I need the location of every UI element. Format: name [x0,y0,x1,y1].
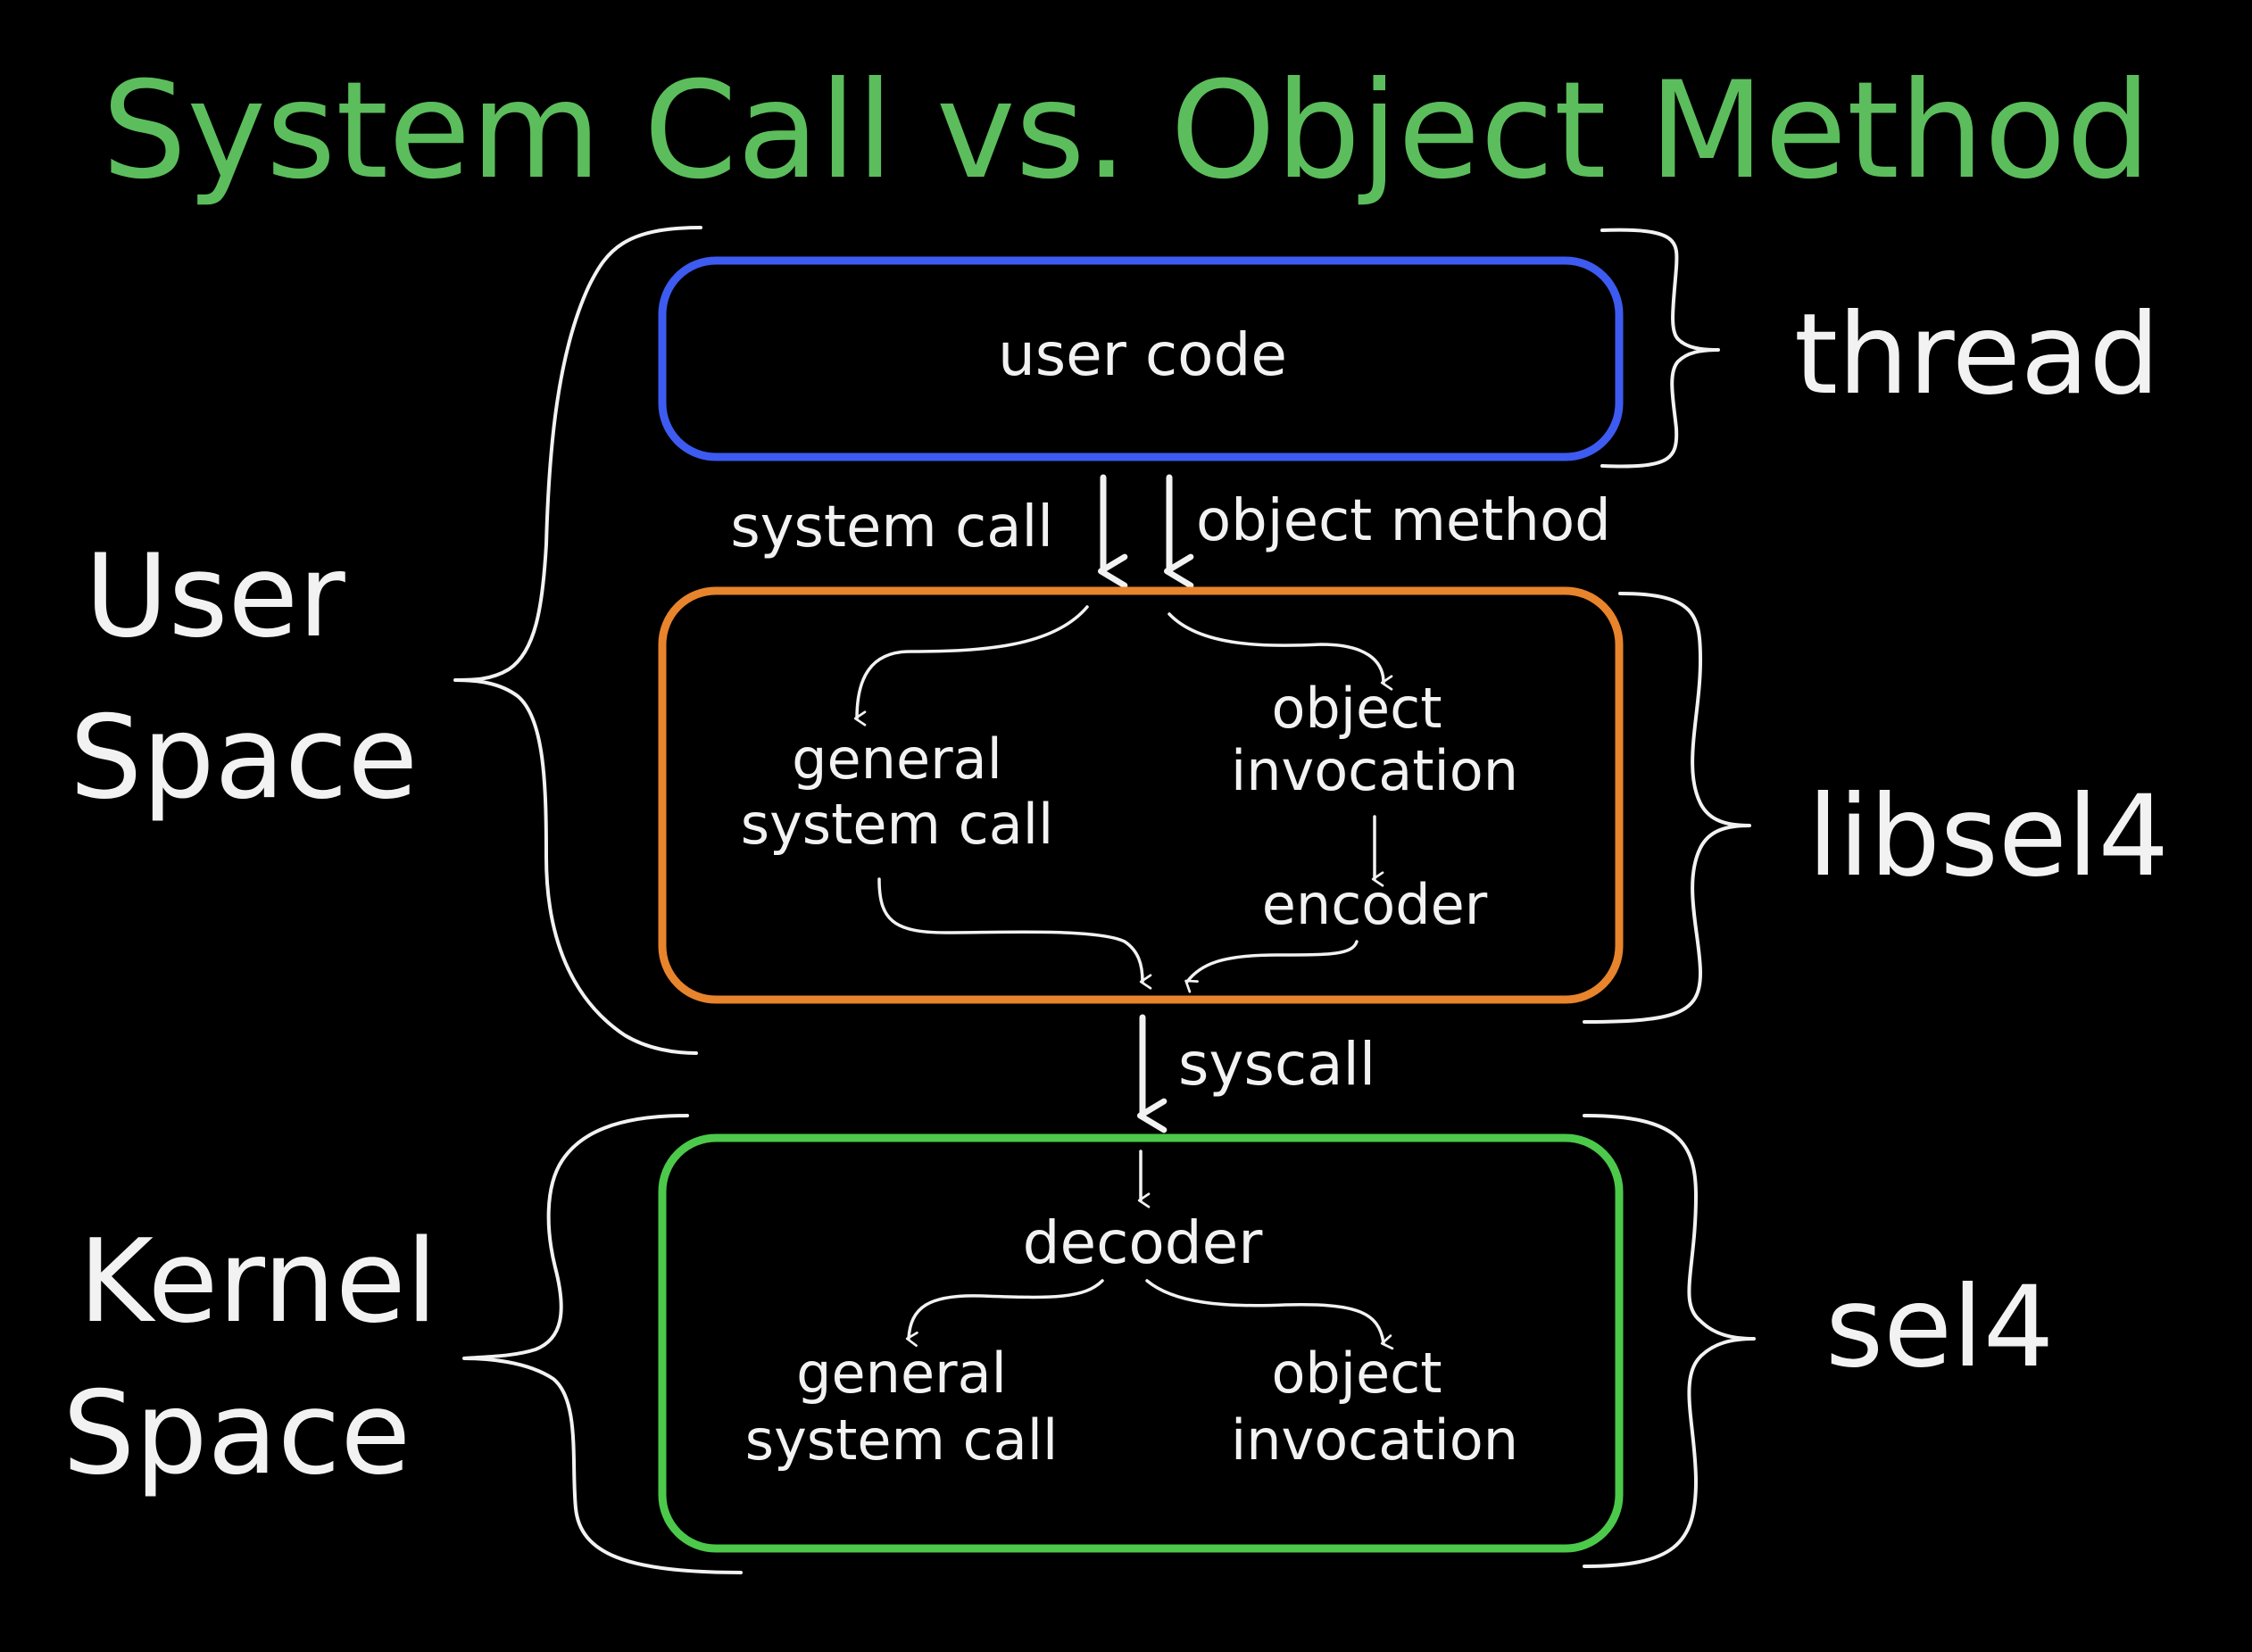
kernel-space-label-line1: Kernel [79,1216,437,1349]
sel4-general-line1: general [796,1341,1007,1406]
encoder-label: encoder [1262,872,1488,937]
general-to-syscall-arrow [877,877,1152,990]
libsel4-region-label: libsel4 [1807,772,2169,901]
kernel-space-label-line2: Space [62,1367,411,1500]
decoder-split-left-arrow [905,1279,1104,1348]
libsel4-split-right-arrow [1168,612,1393,691]
encoder-to-syscall-arrow [1184,940,1359,993]
sel4-object-line1: object [1271,1341,1442,1406]
libsel4-general-line1: general [792,726,1002,792]
libsel4-object-line2: invocation [1231,738,1518,803]
decoder-split-right-arrow [1145,1279,1394,1350]
sel4-brace [1583,1114,1756,1568]
sel4-object-line2: invocation [1231,1407,1518,1473]
thread-region-label: thread [1794,290,2160,419]
libsel4-brace [1583,592,1751,1024]
diagram-title: System Call vs. Object Method [102,54,2151,209]
libsel4-object-line1: object [1271,676,1442,741]
decoder-label: decoder [1023,1208,1264,1277]
user-space-label-line1: User [85,530,345,663]
user-space-label-line2: Space [70,692,418,825]
object-method-arrow-label: object method [1196,488,1611,554]
user-code-label: user code [998,320,1287,389]
diagram-svg: System Call vs. Object Method user code … [62,54,2169,1574]
syscall-label: syscall [1178,1030,1375,1099]
diagram-canvas: System Call vs. Object Method user code … [0,0,2252,1652]
libsel4-split-left-arrow [853,605,1089,726]
sel4-region-label: sel4 [1825,1263,2054,1392]
system-call-arrow-label: system call [730,494,1053,560]
libsel4-general-line2: system call [741,792,1053,857]
kernel-space-brace [462,1114,743,1574]
sel4-general-line2: system call [745,1407,1058,1473]
